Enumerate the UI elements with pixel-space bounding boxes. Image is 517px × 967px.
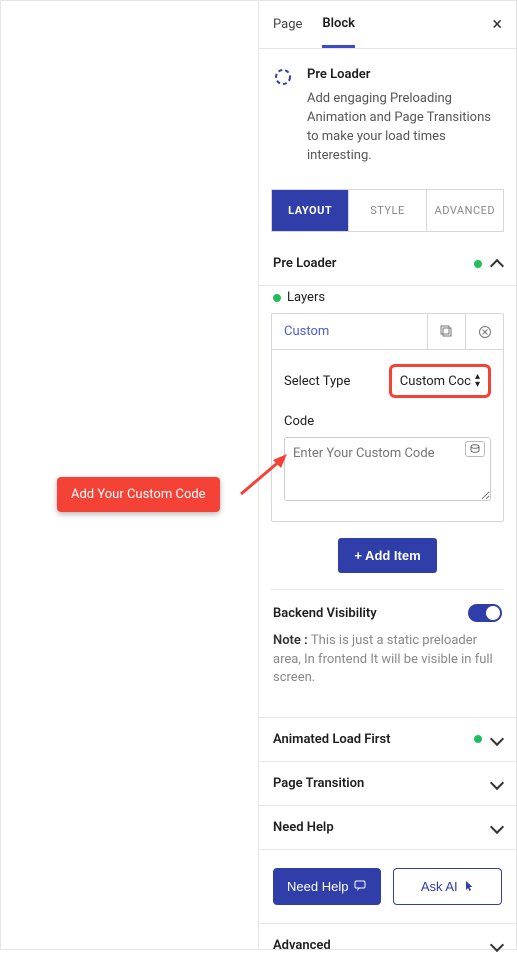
section-preloader-title: Pre Loader: [273, 256, 336, 271]
top-tabs: Page Block ×: [259, 1, 516, 49]
status-dot-icon: [273, 294, 281, 302]
block-title: Pre Loader: [307, 67, 502, 82]
tab-block[interactable]: Block: [322, 2, 355, 48]
layer-card-title[interactable]: Custom: [272, 314, 427, 349]
tab-layout[interactable]: LAYOUT: [272, 190, 349, 231]
section-animated-load-first[interactable]: Animated Load First: [259, 717, 516, 762]
select-type-value: Custom Coc: [400, 374, 471, 389]
backend-visibility-note: Note : This is just a static preloader a…: [273, 632, 502, 687]
add-item-button[interactable]: + Add Item: [338, 538, 436, 573]
chevron-down-icon: [490, 938, 504, 952]
select-type-label: Select Type: [284, 374, 350, 389]
chevron-down-icon: [490, 732, 504, 746]
chevron-down-icon: [490, 776, 504, 790]
layer-card: Custom Select Type Custom Coc: [271, 313, 504, 522]
layer-card-header: Custom: [272, 314, 503, 350]
layout-tabs: LAYOUT STYLE ADVANCED: [271, 189, 504, 232]
layers-label-text: Layers: [287, 290, 325, 305]
custom-code-input[interactable]: [284, 437, 491, 501]
code-label: Code: [284, 414, 491, 429]
duplicate-button[interactable]: [427, 314, 465, 349]
section-alf-title: Animated Load First: [273, 732, 391, 747]
preloader-icon: [273, 67, 293, 87]
ask-ai-button[interactable]: Ask AI: [393, 868, 503, 905]
section-need-help[interactable]: Need Help: [259, 806, 516, 850]
tab-style[interactable]: STYLE: [349, 190, 426, 231]
chevron-down-icon: [490, 820, 504, 834]
section-adv-title: Advanced: [273, 938, 331, 953]
block-header: Pre Loader Add engaging Preloading Anima…: [259, 49, 516, 173]
section-preloader[interactable]: Pre Loader: [259, 242, 516, 286]
annotation-callout: Add Your Custom Code: [57, 477, 220, 512]
need-help-button[interactable]: Need Help: [273, 868, 381, 905]
layers-label: Layers: [271, 286, 504, 313]
tab-advanced[interactable]: ADVANCED: [427, 190, 503, 231]
section-page-transition[interactable]: Page Transition: [259, 762, 516, 806]
close-icon[interactable]: ×: [492, 14, 502, 35]
section-pt-title: Page Transition: [273, 776, 364, 791]
inspector-sidebar: Page Block × Pre Loader Add engaging Pre…: [258, 1, 516, 949]
status-dot-icon: [474, 260, 482, 268]
cursor-icon: [464, 880, 474, 892]
select-type-row: Select Type Custom Coc ▴▾: [284, 364, 491, 398]
annotation-arrow-icon: [239, 454, 287, 498]
status-dot-icon: [474, 735, 482, 743]
help-buttons-row: Need Help Ask AI: [259, 850, 516, 924]
backend-visibility-label: Backend Visibility: [273, 606, 377, 621]
block-desc: Add engaging Preloading Animation and Pa…: [307, 90, 502, 165]
backend-visibility-toggle[interactable]: [468, 604, 502, 622]
chevron-up-icon: [490, 259, 504, 273]
chat-icon: [354, 880, 366, 892]
updown-icon: ▴▾: [475, 373, 480, 389]
section-nh-title: Need Help: [273, 820, 334, 835]
tab-page[interactable]: Page: [273, 3, 302, 46]
select-type-highlight: Custom Coc ▴▾: [389, 364, 491, 398]
section-advanced[interactable]: Advanced: [259, 924, 516, 967]
layers-area: Layers Custom Select Type: [259, 286, 516, 717]
select-type-dropdown[interactable]: Custom Coc ▴▾: [394, 369, 486, 393]
remove-button[interactable]: [465, 314, 503, 349]
dynamic-data-icon[interactable]: [465, 441, 485, 457]
